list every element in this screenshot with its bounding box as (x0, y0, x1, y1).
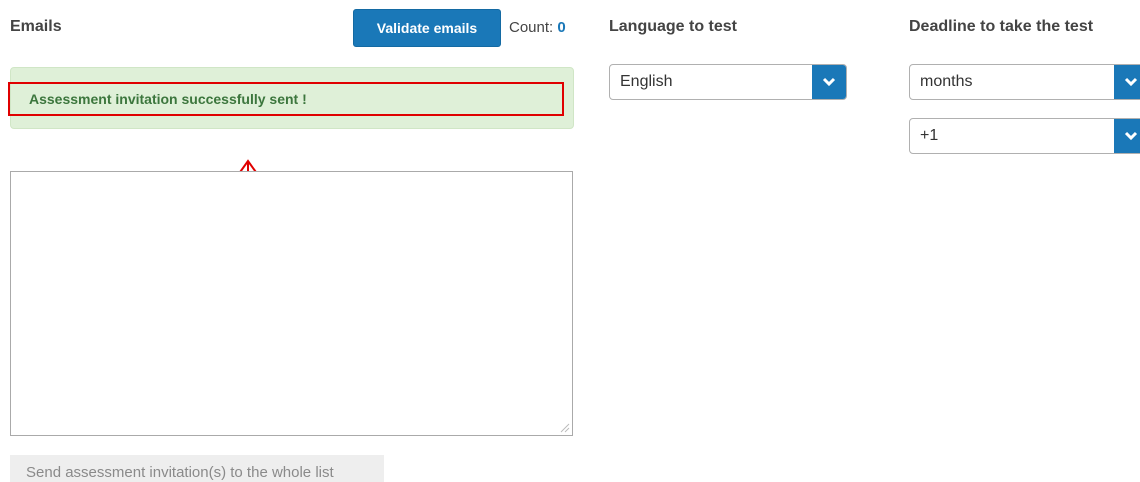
validate-emails-button[interactable]: Validate emails (353, 9, 501, 47)
deadline-unit-value: months (920, 73, 973, 90)
count-label: Count: (509, 19, 554, 36)
resize-grip-icon[interactable] (558, 421, 570, 433)
deadline-amount-select[interactable]: +1 (909, 118, 1140, 154)
annotation-highlight-box (8, 82, 564, 116)
emails-textarea[interactable] (10, 171, 573, 436)
send-invitations-button[interactable]: Send assessment invitation(s) to the who… (10, 455, 384, 482)
deadline-amount-value: +1 (920, 127, 939, 144)
deadline-unit-select[interactable]: months (909, 64, 1140, 100)
emails-label: Emails (10, 18, 62, 35)
chevron-down-icon[interactable] (812, 65, 846, 99)
language-select-value: English (620, 73, 673, 90)
chevron-down-icon[interactable] (1114, 65, 1140, 99)
language-select[interactable]: English (609, 64, 847, 100)
email-count: Count: 0 (509, 19, 566, 36)
deadline-label: Deadline to take the test (909, 18, 1094, 35)
chevron-down-icon[interactable] (1114, 119, 1140, 153)
language-label: Language to test (609, 18, 738, 35)
count-value: 0 (557, 19, 566, 36)
